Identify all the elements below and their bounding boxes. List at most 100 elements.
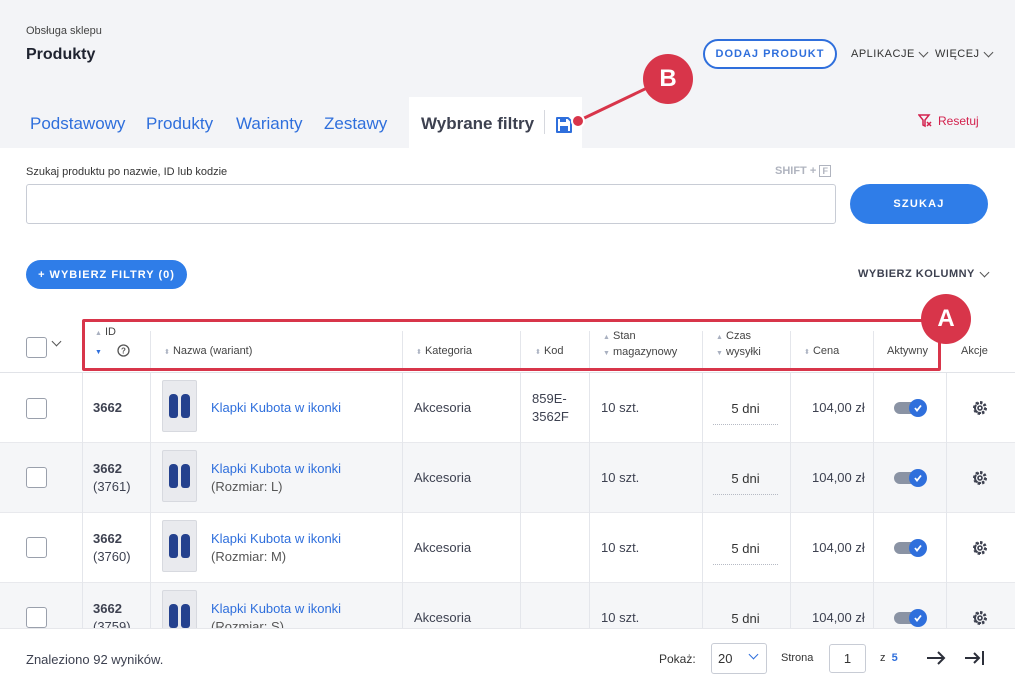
product-name: Klapki Kubota w ikonki — [211, 461, 342, 476]
product-thumbnail[interactable] — [162, 380, 197, 432]
more-menu[interactable]: WIĘCEJ — [935, 47, 994, 60]
product-code-line-2: 3562F — [532, 409, 569, 424]
total-pages: z 5 — [880, 652, 898, 664]
chevron-down-icon — [918, 47, 929, 57]
more-menu-label: WIĘCEJ — [935, 48, 980, 60]
row-checkbox[interactable] — [26, 607, 47, 628]
product-thumbnail[interactable] — [162, 450, 197, 502]
tab-sets[interactable]: Zestawy — [324, 114, 387, 134]
of-label: z — [880, 652, 886, 664]
chevron-down-icon — [983, 47, 994, 57]
choose-filters-button[interactable]: + WYBIERZ FILTRY (0) — [26, 260, 187, 289]
search-shortcut: SHIFT + F — [775, 165, 832, 177]
product-id-value: 3662 — [93, 531, 122, 546]
annotation-box-a — [82, 319, 941, 371]
tab-selected-filters[interactable]: Wybrane filtry — [421, 114, 534, 134]
search-button[interactable]: SZUKAJ — [850, 184, 988, 224]
variant-id: (3760) — [93, 549, 131, 564]
product-name-link[interactable]: Klapki Kubota w ikonki — [211, 399, 341, 417]
tab-products[interactable]: Produkty — [146, 114, 213, 134]
product-name-link[interactable]: Klapki Kubota w ikonki (Rozmiar: L) — [211, 460, 341, 496]
tab-variants[interactable]: Warianty — [236, 114, 302, 134]
gear-icon[interactable] — [971, 609, 989, 627]
product-name-link[interactable]: Klapki Kubota w ikonki (Rozmiar: M) — [211, 530, 341, 566]
column-divider — [946, 373, 947, 628]
last-page-icon[interactable] — [964, 648, 986, 668]
product-category: Akcesoria — [414, 610, 472, 625]
page-number-input[interactable]: 1 — [829, 644, 866, 673]
gear-icon[interactable] — [971, 539, 989, 557]
results-count: Znaleziono 92 wyników. — [26, 652, 164, 667]
per-page-label: Pokaż: — [659, 652, 696, 666]
apps-menu-label: APLIKACJE — [851, 48, 915, 60]
add-product-button[interactable]: DODAJ PRODUKT — [703, 39, 837, 69]
column-actions: Akcje — [961, 345, 988, 357]
tab-divider — [544, 110, 545, 134]
active-toggle[interactable] — [894, 469, 927, 487]
product-name: Klapki Kubota w ikonki — [211, 531, 342, 546]
product-id: 3662 — [93, 399, 122, 417]
product-stock: 10 szt. — [601, 470, 640, 485]
product-id: 3662 (3761) — [93, 460, 131, 496]
select-all-checkbox[interactable] — [26, 337, 47, 358]
row-checkbox[interactable] — [26, 467, 47, 488]
per-page-select[interactable]: 20 — [711, 643, 767, 674]
tab-basic[interactable]: Podstawowy — [30, 114, 125, 134]
product-id-value: 3662 — [93, 461, 122, 476]
product-code: 859E- 3562F — [532, 390, 569, 426]
product-stock: 10 szt. — [601, 540, 640, 555]
chevron-down-icon — [979, 267, 990, 277]
column-divider — [589, 373, 590, 628]
product-stock: 10 szt. — [601, 610, 640, 625]
gear-icon[interactable] — [971, 469, 989, 487]
filter-clear-icon — [918, 114, 932, 128]
next-page-icon[interactable] — [925, 648, 947, 668]
product-name: Klapki Kubota w ikonki — [211, 601, 342, 616]
choose-columns-menu[interactable]: WYBIERZ KOLUMNY — [858, 267, 990, 280]
column-divider — [520, 373, 521, 628]
active-toggle[interactable] — [894, 609, 927, 627]
breadcrumb[interactable]: Obsługa sklepu — [26, 25, 102, 37]
active-toggle[interactable] — [894, 539, 927, 557]
column-divider — [82, 373, 83, 628]
column-divider — [402, 373, 403, 628]
column-divider — [790, 373, 791, 628]
product-price: 104,00 zł — [812, 470, 865, 485]
product-price: 104,00 zł — [812, 400, 865, 415]
column-divider — [702, 373, 703, 628]
shortcut-text: SHIFT + — [775, 165, 817, 177]
chevron-down-icon — [748, 649, 759, 660]
per-page-value: 20 — [718, 651, 733, 666]
shipping-time-field[interactable]: 5 dni — [713, 399, 778, 425]
reset-button[interactable]: Resetuj — [918, 114, 979, 128]
product-stock: 10 szt. — [601, 400, 640, 415]
check-icon — [909, 609, 927, 627]
active-toggle[interactable] — [894, 399, 927, 417]
gear-icon[interactable] — [971, 399, 989, 417]
variant-label: (Rozmiar: M) — [211, 549, 287, 564]
choose-columns-label: WYBIERZ KOLUMNY — [858, 268, 975, 280]
total-pages-link[interactable]: 5 — [892, 652, 898, 664]
search-input[interactable] — [26, 184, 836, 224]
shipping-time-field[interactable]: 5 dni — [713, 469, 778, 495]
product-category: Akcesoria — [414, 470, 472, 485]
variant-id: (3761) — [93, 479, 131, 494]
column-divider — [150, 373, 151, 628]
shortcut-key: F — [819, 165, 832, 177]
reset-label: Resetuj — [938, 114, 979, 128]
apps-menu[interactable]: APLIKACJE — [851, 47, 929, 60]
product-category: Akcesoria — [414, 540, 472, 555]
variant-label: (Rozmiar: L) — [211, 479, 283, 494]
column-divider — [873, 373, 874, 628]
check-icon — [909, 399, 927, 417]
check-icon — [909, 469, 927, 487]
product-category: Akcesoria — [414, 400, 472, 415]
shipping-time-field[interactable]: 5 dni — [713, 539, 778, 565]
annotation-badge-a: A — [921, 294, 971, 344]
product-id: 3662 (3760) — [93, 530, 131, 566]
row-checkbox[interactable] — [26, 537, 47, 558]
product-code-line-1: 859E- — [532, 391, 567, 406]
search-label: Szukaj produktu po nazwie, ID lub kodzie — [26, 166, 228, 178]
row-checkbox[interactable] — [26, 398, 47, 419]
product-thumbnail[interactable] — [162, 520, 197, 572]
